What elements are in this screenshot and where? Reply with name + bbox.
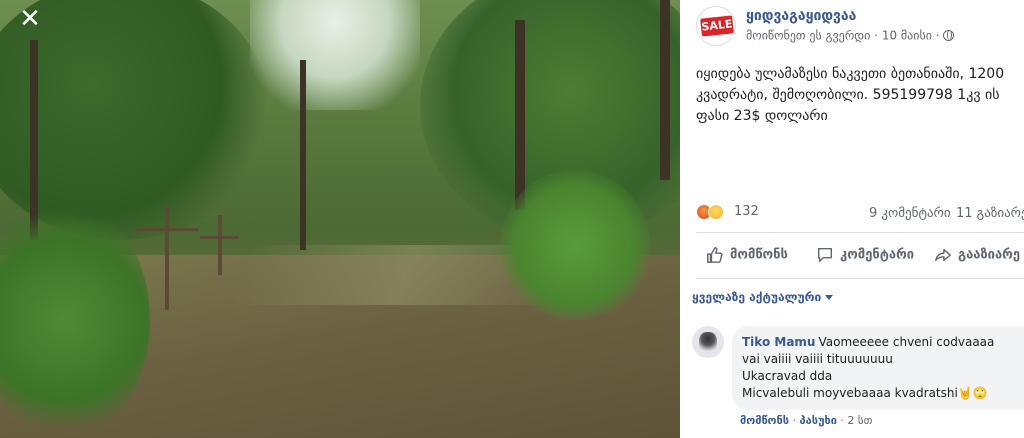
comment-bubble: Tiko Mamu Vaomeeeee chveni codvaaaa vai v…	[732, 326, 1024, 410]
like-button[interactable]: მომწონს	[706, 246, 788, 270]
photo-tree-trunk	[515, 20, 525, 210]
comment-actions: მომწონს · პასუხი · 2 სთ	[740, 414, 872, 427]
comment-label: კომენტარი	[840, 247, 915, 263]
commenter-avatar[interactable]	[692, 326, 724, 358]
thumbs-up-icon	[707, 247, 723, 263]
meta-separator: ·	[935, 28, 940, 43]
photo-tree-trunk	[300, 60, 306, 250]
close-icon[interactable]: ✕	[12, 4, 48, 34]
photo-viewer: ✕ SALE ყიდვაგაყიდვაა მოიწონეთ ეს გვერდი …	[0, 0, 1024, 438]
comment-line: Micvalebuli moyvebaaaa kvadratshi🤘🙄	[742, 386, 988, 400]
grave-cross	[135, 228, 199, 231]
post-actions: მომწონს კომენტარი გააზიარე	[696, 240, 1024, 274]
post-header: SALE ყიდვაგაყიდვაა მოიწონეთ ეს გვერდი · …	[696, 6, 1024, 46]
like-label: მომწონს	[730, 247, 788, 263]
comment-icon	[817, 247, 833, 263]
comment-author[interactable]: Tiko Mamu	[742, 335, 815, 349]
share-icon	[935, 248, 951, 262]
comment-reply-link[interactable]: პასუხი	[800, 414, 837, 427]
comment-line: Vaomeeeee chveni codvaaaa	[818, 335, 995, 349]
post-text: იყიდება ულამაზესი ნაკვეთი ბეთანიაში, 120…	[696, 66, 1005, 124]
meta-separator: ·	[874, 28, 878, 43]
comment-like-link[interactable]: მომწონს	[740, 414, 789, 427]
shares-count[interactable]: 11 გაზიარება	[956, 206, 1024, 221]
reaction-count[interactable]: 132	[734, 204, 759, 219]
comment-sort-dropdown[interactable]: ყველაზე აქტუალური	[692, 290, 834, 304]
caret-down-icon	[825, 295, 834, 300]
share-label: გააზიარე	[958, 247, 1021, 263]
comment-button[interactable]: კომენტარი	[816, 246, 914, 270]
post-date[interactable]: 10 მაისი	[882, 29, 932, 43]
reactions-bar: 132 9 კომენტარი 11 გაზიარება	[696, 203, 1024, 223]
grave-cross	[165, 205, 169, 310]
page-avatar[interactable]: SALE	[696, 6, 736, 46]
grave-cross	[218, 215, 222, 275]
divider	[696, 278, 1024, 279]
meta-separator: ·	[792, 414, 800, 427]
photo-sky	[250, 0, 420, 110]
follow-page-link[interactable]: მოიწონეთ ეს გვერდი	[746, 29, 870, 43]
photo-tree-trunk	[660, 0, 670, 180]
comment-line: Ukacravad dda	[742, 369, 833, 383]
grave-cross	[200, 236, 238, 239]
haha-reaction-icon[interactable]	[708, 204, 724, 220]
comments-count[interactable]: 9 კომენტარი	[869, 206, 951, 221]
sort-label: ყველაზე აქტუალური	[692, 290, 822, 304]
comment-line: vai vaiiii vaiiii tituuuuuuu	[742, 352, 893, 366]
share-button[interactable]: გააზიარე	[934, 246, 1020, 270]
post-meta: მოიწონეთ ეს გვერდი · 10 მაისი ·	[746, 28, 955, 43]
post-side-panel: SALE ყიდვაგაყიდვაა მოიწონეთ ეს გვერდი · …	[680, 0, 1024, 438]
divider	[696, 232, 1024, 233]
sale-logo: SALE	[700, 15, 734, 37]
globe-icon	[943, 30, 955, 41]
post-photo[interactable]: ✕	[0, 0, 680, 438]
photo-bush	[500, 170, 650, 320]
comment-time[interactable]: 2 სთ	[847, 414, 872, 427]
page-name-link[interactable]: ყიდვაგაყიდვაა	[746, 8, 856, 24]
